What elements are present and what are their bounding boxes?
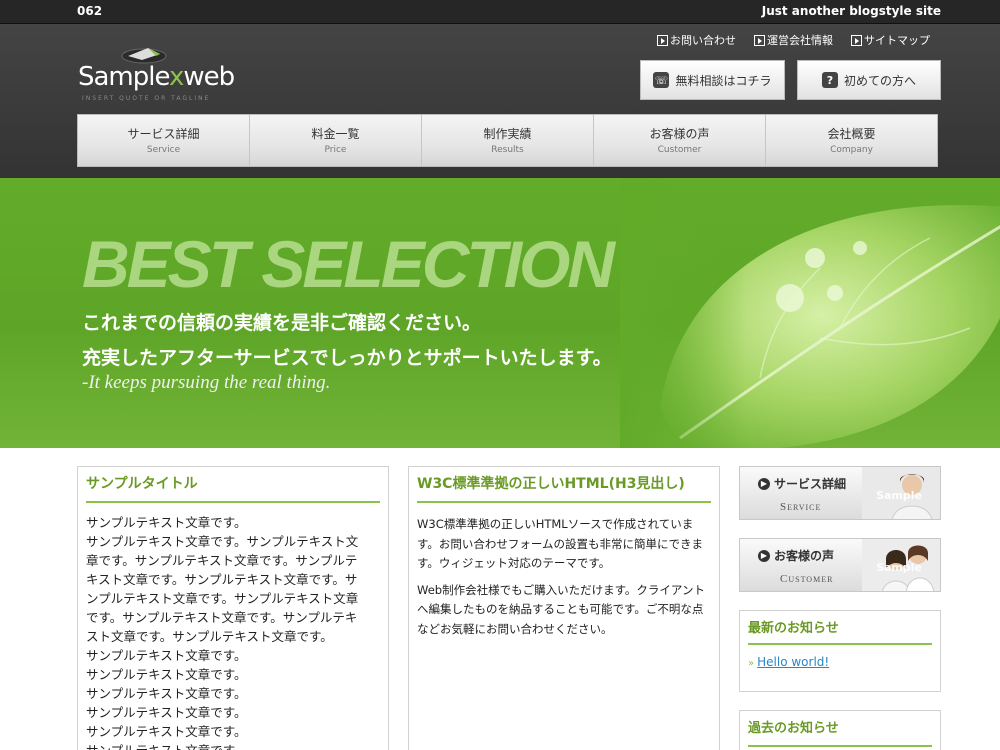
paragraph: W3C標準準拠の正しいHTMLソースで作成されています。お問い合わせフォームの設… xyxy=(417,517,704,570)
service-banner[interactable]: Sample ▶ サービス詳細 Service xyxy=(739,466,941,520)
leaf-image xyxy=(620,178,1000,448)
banner-subtitle: Customer xyxy=(780,573,834,585)
nav-item-price[interactable]: 料金一覧 Price xyxy=(250,115,422,166)
hero-banner: BEST SELECTION これまでの信頼の実績を是非ご確認ください。 充実し… xyxy=(0,178,1000,448)
body-line: サンプルテキスト文章です。 xyxy=(86,515,247,530)
section-title: サンプルタイトル xyxy=(86,476,198,492)
body-line: サンプルテキスト文章です。 xyxy=(86,648,247,663)
site-header: Samplexweb INSERT QUOTE OR TAGLINE お問い合わ… xyxy=(0,24,1000,178)
title-underline xyxy=(748,745,932,747)
arrow-box-icon xyxy=(754,34,765,46)
banner-title: ▶ サービス詳細 xyxy=(758,475,846,492)
banner-title: ▶ お客様の声 xyxy=(758,547,834,564)
top-bar: 062 Just another blogstyle site xyxy=(0,0,1000,24)
body-line: です。サンプルテキスト文章です。サンプルテキ xyxy=(86,610,358,625)
body-line: キスト文章です。サンプルテキスト文章です。サ xyxy=(86,572,358,587)
site-number: 062 xyxy=(77,4,103,18)
arrow-box-icon xyxy=(657,34,668,46)
site-tagline: Just another blogstyle site xyxy=(761,4,941,18)
body-line: ンプルテキスト文章です。サンプルテキスト文章 xyxy=(86,591,359,606)
first-visit-button[interactable]: ? 初めての方へ xyxy=(797,60,941,100)
nav-item-service[interactable]: サービス詳細 Service xyxy=(78,115,250,166)
news-link[interactable]: Hello world! xyxy=(757,655,829,669)
widget-title: 最新のお知らせ xyxy=(748,621,839,636)
banner-subtitle: Service xyxy=(780,501,822,513)
body-line: サンプルテキスト文章です。 xyxy=(86,667,247,682)
past-news-widget: 過去のお知らせ xyxy=(739,710,941,750)
w3c-section: W3C標準準拠の正しいHTML(H3見出し) W3C標準準拠の正しいHTMLソー… xyxy=(408,466,720,750)
body-line: スト文章です。サンプルテキスト文章です。 xyxy=(86,629,333,644)
section-title: W3C標準準拠の正しいHTML(H3見出し) xyxy=(417,476,685,492)
hero-headline: BEST SELECTION xyxy=(82,227,615,301)
arrow-right-icon: ▶ xyxy=(758,477,770,490)
phone-icon: ☏ xyxy=(653,72,670,88)
toplink-contact[interactable]: お問い合わせ xyxy=(657,32,736,48)
nav-item-customer[interactable]: お客様の声 Customer xyxy=(594,115,766,166)
body-line: 章です。サンプルテキスト文章です。サンプルテ xyxy=(86,553,358,568)
body-line: サンプルテキスト文章です。 xyxy=(86,724,247,739)
body-line: サンプルテキスト文章です。 xyxy=(86,705,247,720)
body-line: サンプルテキスト文章です。サンプルテキスト文 xyxy=(86,534,359,549)
chevron-right-icon: » xyxy=(748,658,755,669)
news-item: » Hello world! xyxy=(740,645,940,669)
hero-line-2: 充実したアフターサービスでしっかりとサポートいたします。 xyxy=(82,347,612,369)
body-line: サンプルテキスト文章です。 xyxy=(86,686,247,701)
free-consultation-button[interactable]: ☏ 無料相談はコチラ xyxy=(640,60,785,100)
customer-banner[interactable]: Sample ▶ お客様の声 Customer xyxy=(739,538,941,592)
question-icon: ? xyxy=(821,72,838,88)
arrow-right-icon: ▶ xyxy=(758,549,770,562)
logo-wordmark: Samplexweb xyxy=(78,62,235,92)
arrow-box-icon xyxy=(851,34,862,46)
sample-text-section: サンプルタイトル サンプルテキスト文章です。 サンプルテキスト文章です。サンプル… xyxy=(77,466,389,750)
toplink-company[interactable]: 運営会社情報 xyxy=(754,32,833,48)
site-logo[interactable]: Samplexweb INSERT QUOTE OR TAGLINE xyxy=(78,42,235,102)
hero-tagline: -It keeps pursuing the real thing. xyxy=(82,372,331,393)
nav-item-results[interactable]: 制作実績 Results xyxy=(422,115,594,166)
sample-watermark: Sample xyxy=(876,489,922,502)
nav-item-company[interactable]: 会社概要 Company xyxy=(766,115,937,166)
section-body: サンプルテキスト文章です。 サンプルテキスト文章です。サンプルテキスト文 章です… xyxy=(78,503,388,750)
widget-title: 過去のお知らせ xyxy=(748,721,839,736)
hero-line-1: これまでの信頼の実績を是非ご確認ください。 xyxy=(82,312,482,334)
body-line: サンプルテキスト文章です。 xyxy=(86,741,380,750)
toplink-sitemap[interactable]: サイトマップ xyxy=(851,32,930,48)
latest-news-widget: 最新のお知らせ » Hello world! xyxy=(739,610,941,692)
sample-watermark: Sample xyxy=(876,561,922,574)
header-links: お問い合わせ 運営会社情報 サイトマップ xyxy=(657,32,930,48)
logo-subtitle: INSERT QUOTE OR TAGLINE xyxy=(82,95,211,102)
section-body: W3C標準準拠の正しいHTMLソースで作成されています。お問い合わせフォームの設… xyxy=(409,503,719,639)
paragraph: Web制作会社様でもご購入いただけます。クライアントへ編集したものを納品すること… xyxy=(417,582,705,636)
global-nav: サービス詳細 Service 料金一覧 Price 制作実績 Results お客様の… xyxy=(77,114,938,167)
